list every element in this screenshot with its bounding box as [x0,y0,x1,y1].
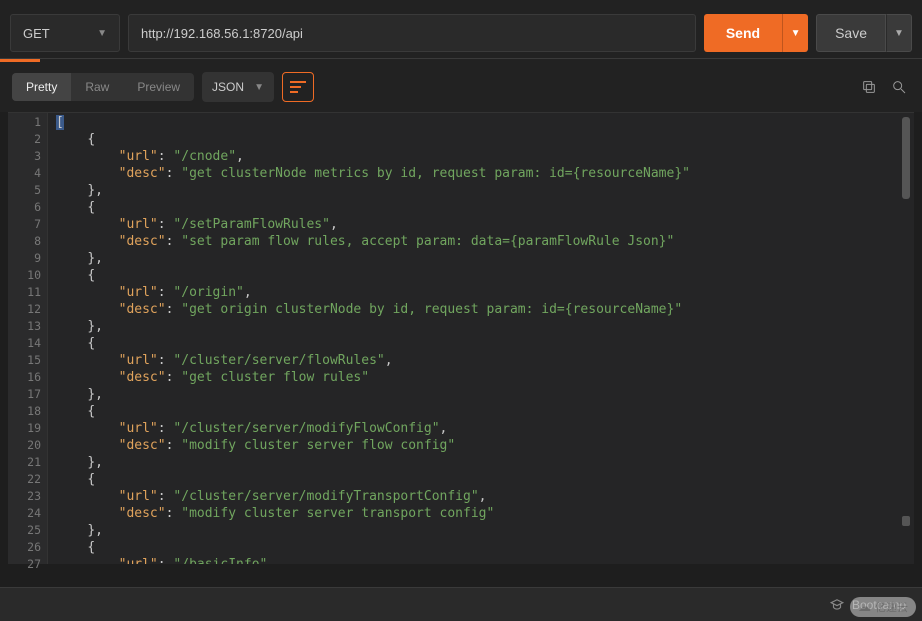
status-bar: Bootcamp [0,587,922,621]
chevron-down-icon: ▼ [894,28,904,39]
format-select[interactable]: JSON ▼ [202,72,274,102]
url-input[interactable] [128,14,696,52]
scrollbar[interactable] [902,113,912,564]
http-method-select[interactable]: GET ▼ [10,14,120,52]
tab-pretty[interactable]: Pretty [12,73,71,101]
copy-icon [861,79,877,95]
response-body[interactable]: 1234567891011121314151617181920212223242… [8,112,914,564]
wrap-lines-button[interactable] [282,72,314,102]
response-toolbar: Pretty Raw Preview JSON ▼ [0,62,922,112]
request-bar: GET ▼ Send ▼ Save ▼ [0,8,922,59]
tab-preview[interactable]: Preview [123,73,194,101]
save-dropdown[interactable]: ▼ [886,14,912,52]
view-tabs: Pretty Raw Preview [12,73,194,101]
format-value: JSON [212,80,244,94]
http-method-value: GET [23,26,50,41]
wrap-icon [290,81,306,93]
code-content: [ { "url": "/cnode", "desc": "get cluste… [48,113,914,564]
save-button-group: Save ▼ [816,14,912,52]
scrollbar-marker [902,516,910,526]
line-gutter: 1234567891011121314151617181920212223242… [8,113,48,564]
watermark: ☁ 亿速云 [850,597,916,617]
copy-button[interactable] [858,76,880,98]
chevron-down-icon: ▼ [791,28,801,39]
search-icon [891,79,907,95]
tab-raw[interactable]: Raw [71,73,123,101]
chevron-down-icon: ▼ [97,28,107,39]
send-dropdown[interactable]: ▼ [782,14,808,52]
search-button[interactable] [888,76,910,98]
save-button[interactable]: Save [816,14,886,52]
scrollbar-thumb[interactable] [902,117,910,199]
send-button[interactable]: Send [704,14,782,52]
send-button-group: Send ▼ [704,14,808,52]
bootcamp-icon [830,598,844,612]
chevron-down-icon: ▼ [254,82,264,93]
